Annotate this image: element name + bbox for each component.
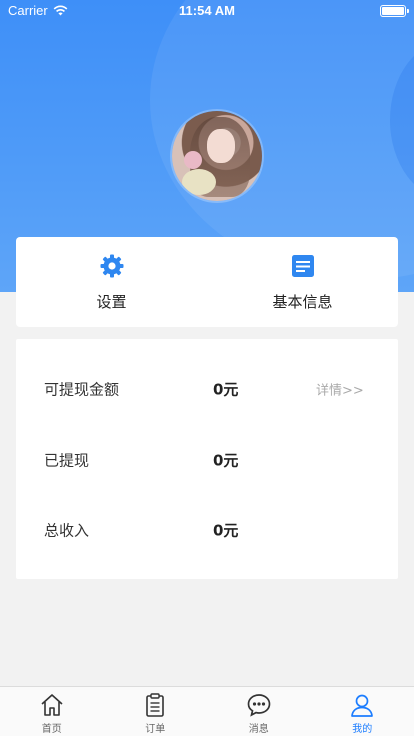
avatar-photo-detail bbox=[207, 129, 235, 163]
tab-home-label: 首页 bbox=[41, 724, 62, 735]
settings-label: 设置 bbox=[96, 293, 127, 311]
tab-messages-label: 消息 bbox=[248, 724, 269, 735]
details-link[interactable]: 详情>> bbox=[316, 380, 364, 399]
battery-icon bbox=[380, 5, 409, 17]
earnings-card: 可提现金额 0元 详情>> 已提现 0元 总收入 0元 bbox=[16, 339, 398, 579]
tab-mine[interactable]: 我的 bbox=[311, 687, 414, 736]
tab-orders[interactable]: 订单 bbox=[104, 687, 208, 736]
chat-icon bbox=[247, 694, 271, 717]
avatar-photo-detail bbox=[182, 169, 216, 195]
tab-orders-label: 订单 bbox=[145, 724, 166, 735]
total-income-label: 总收入 bbox=[44, 521, 90, 540]
settings-menu-item[interactable]: 设置 bbox=[16, 237, 207, 327]
quick-menu-card: 设置 基本信息 bbox=[16, 237, 398, 327]
gear-icon bbox=[100, 254, 123, 278]
status-bar: Carrier 11:54 AM bbox=[0, 0, 414, 22]
total-income-row: 总收入 0元 bbox=[16, 492, 398, 562]
avatar[interactable] bbox=[172, 111, 262, 201]
home-icon bbox=[41, 694, 63, 716]
withdrawable-label: 可提现金额 bbox=[44, 380, 120, 399]
tab-messages[interactable]: 消息 bbox=[207, 687, 311, 736]
tab-home[interactable]: 首页 bbox=[0, 687, 104, 736]
user-icon bbox=[351, 694, 374, 717]
clipboard-icon bbox=[146, 693, 165, 717]
document-icon bbox=[291, 255, 314, 277]
bottom-tab-bar: 首页 订单 消息 我的 bbox=[0, 686, 414, 736]
clock: 11:54 AM bbox=[179, 3, 235, 18]
withdrawn-row: 已提现 0元 bbox=[16, 422, 398, 492]
withdrawable-value: 0元 bbox=[213, 380, 239, 399]
withdrawable-row: 可提现金额 0元 详情>> bbox=[16, 351, 398, 421]
withdrawn-value: 0元 bbox=[213, 451, 239, 470]
withdrawn-label: 已提现 bbox=[44, 451, 90, 470]
basic-info-menu-item[interactable]: 基本信息 bbox=[207, 237, 398, 327]
total-income-value: 0元 bbox=[213, 521, 239, 540]
basic-info-label: 基本信息 bbox=[272, 293, 333, 311]
tab-mine-label: 我的 bbox=[352, 724, 373, 735]
avatar-photo-detail bbox=[184, 151, 202, 169]
